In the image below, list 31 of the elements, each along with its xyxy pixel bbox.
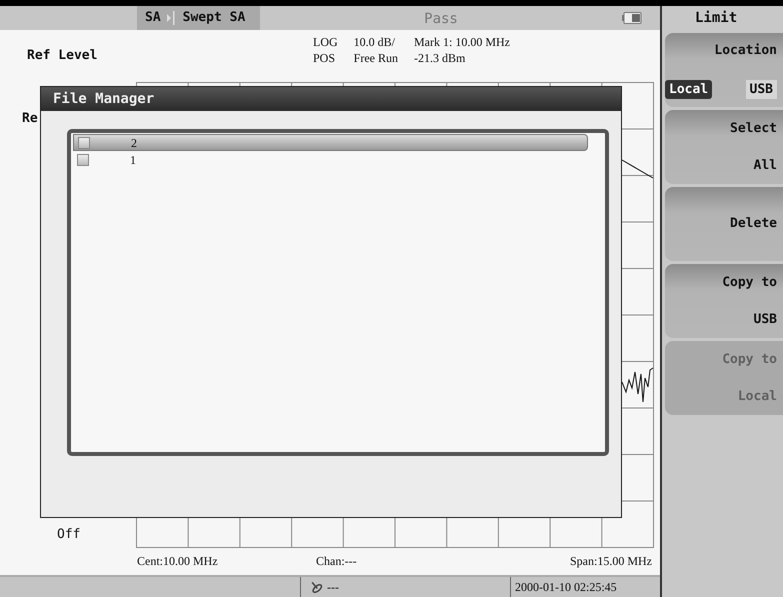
file-row[interactable]: 2 [73, 134, 588, 151]
file-row[interactable]: 1 [73, 151, 588, 168]
arrow-icon [164, 10, 175, 26]
axis-label: Re [22, 112, 38, 126]
readout-text: 10.0 dB/ [354, 34, 396, 50]
file-checkbox[interactable] [78, 136, 90, 148]
battery-icon [622, 12, 642, 24]
readout-text: Free Run [354, 50, 398, 66]
softkey-button[interactable]: Delete [665, 187, 783, 261]
mode-tab[interactable]: SA Swept SA [137, 6, 260, 30]
datetime-text: 2000-01-10 02:25:45 [515, 579, 617, 596]
channel-text: Chan:--- [316, 552, 357, 570]
readout-text: -21.3 dBm [414, 50, 466, 66]
readout-text: POS [313, 50, 336, 66]
center-frequency-text: Cent:10.00 MHz [137, 552, 219, 570]
file-checkbox[interactable] [77, 154, 89, 166]
readout-text: LOG [313, 34, 338, 50]
trace-state-text: Off [57, 528, 80, 542]
ref-level-label: Ref Level [27, 47, 98, 65]
satellite-icon [309, 580, 323, 594]
span-text: Span:15.00 MHz [570, 552, 652, 570]
readout-text: Mark 1: 10.00 MHz [414, 34, 510, 50]
gps-status-text: --- [327, 579, 339, 596]
status-text: Pass [424, 11, 458, 27]
softkey-label: Location [714, 42, 777, 60]
dialog-title: File Manager [41, 87, 621, 111]
softkey-button[interactable]: Select All [665, 110, 783, 184]
location-option[interactable]: USB [746, 80, 777, 99]
menu-title: Limit [694, 9, 738, 28]
location-option[interactable]: Local [665, 80, 712, 99]
softkey-button[interactable]: Copy to USB [665, 264, 783, 338]
